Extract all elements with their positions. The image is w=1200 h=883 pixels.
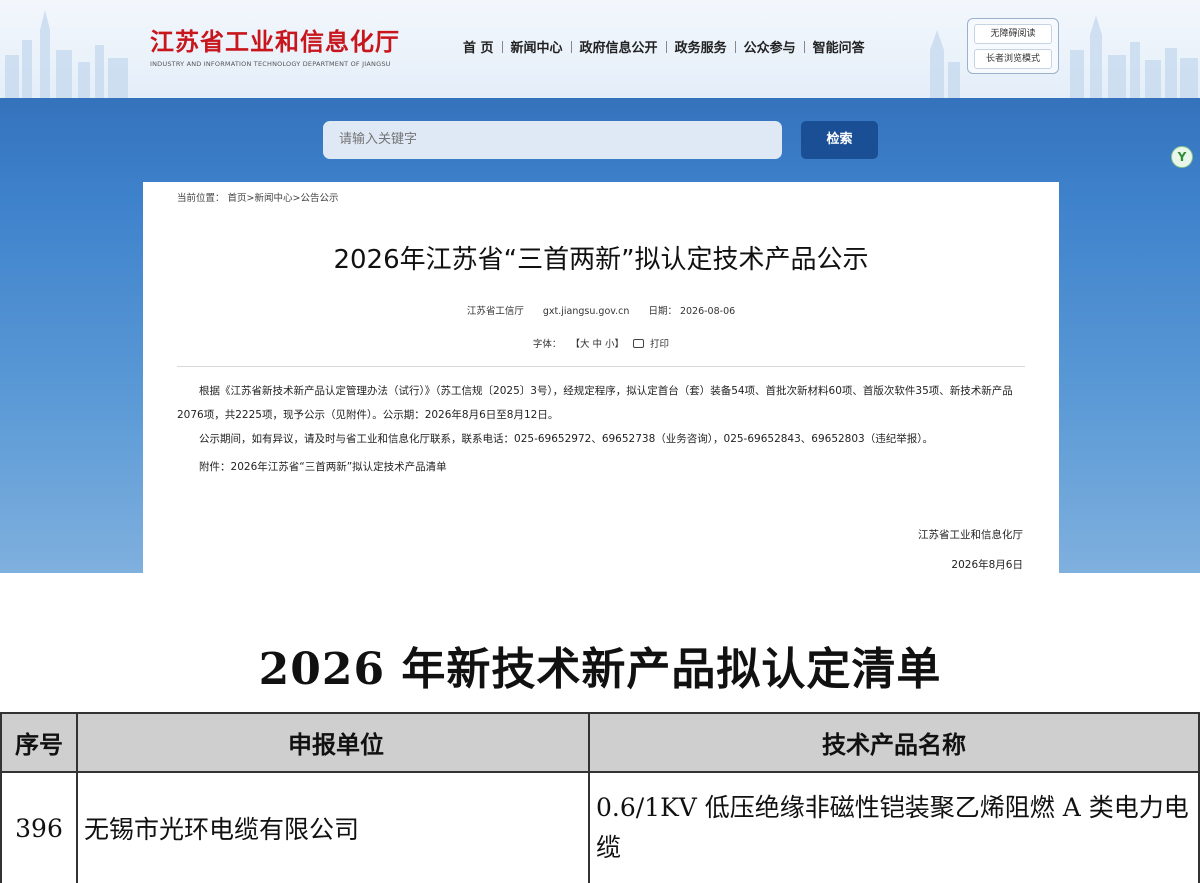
signature-date: 2026年8月6日 xyxy=(951,559,1023,571)
font-size-switch[interactable]: 【大 中 小】 xyxy=(570,339,624,350)
article-date: 日期： 2026-08-06 xyxy=(648,306,736,317)
article-source: 江苏省工信厅 xyxy=(466,306,524,317)
breadcrumb[interactable]: 当前位置： 首页>新闻中心>公告公示 xyxy=(177,190,338,204)
font-label: 字体： xyxy=(532,339,562,350)
site-logo[interactable]: 江苏省工业和信息化厅 INDUSTRY AND INFORMATION TECH… xyxy=(150,22,400,68)
accessible-reading-button[interactable]: 无障碍阅读 xyxy=(974,24,1052,44)
column-header-no: 序号 xyxy=(0,712,78,773)
attachment-document: 2026 年新技术新产品拟认定清单 序号 申报单位 技术产品名称 396 无锡市… xyxy=(0,573,1200,883)
elder-mode-button[interactable]: 长者浏览模式 xyxy=(974,49,1052,69)
row-no: 396 xyxy=(0,771,78,883)
nav-services[interactable]: 政务服务 xyxy=(667,37,735,56)
row-unit: 无锡市光环电缆有限公司 xyxy=(76,771,590,883)
document-title: 2026 年新技术新产品拟认定清单 xyxy=(258,644,942,695)
column-header-product: 技术产品名称 xyxy=(588,712,1200,773)
row-product: 0.6/1KV 低压绝缘非磁性铠装聚乙烯阻燃 A 类电力电缆 xyxy=(588,771,1200,883)
print-icon[interactable] xyxy=(633,339,645,348)
font-size-tools: 字体： 【大 中 小】 打印 xyxy=(143,336,1059,350)
article-panel: 当前位置： 首页>新闻中心>公告公示 2026年江苏省“三首两新”拟认定技术产品… xyxy=(143,182,1059,573)
article-title: 2026年江苏省“三首两新”拟认定技术产品公示 xyxy=(333,245,869,275)
nav-gov-info[interactable]: 政府信息公开 xyxy=(572,37,666,56)
article-meta: 江苏省工信厅 gxt.jiangsu.gov.cn 日期： 2026-08-06 xyxy=(143,303,1059,317)
article-paragraph: 公示期间，如有异议，请及时与省工业和信息化厅联系，联系电话：025-696529… xyxy=(199,433,933,445)
accessibility-panel: 无障碍阅读 长者浏览模式 xyxy=(967,18,1059,74)
attachment-link[interactable]: 附件：2026年江苏省“三首两新”拟认定技术产品清单 xyxy=(177,455,1027,479)
article-signature: 江苏省工业和信息化厅 2026年8月6日 xyxy=(918,520,1023,573)
article-body: 根据《江苏省新技术新产品认定管理办法（试行）》（苏工信规〔2025〕3号），经规… xyxy=(177,379,1027,479)
search-input[interactable] xyxy=(323,121,782,159)
table-header-row: 序号 申报单位 技术产品名称 xyxy=(0,712,1200,773)
website-screenshot: 江苏省工业和信息化厅 INDUSTRY AND INFORMATION TECH… xyxy=(0,0,1200,573)
brand-name-en: INDUSTRY AND INFORMATION TECHNOLOGY DEPA… xyxy=(150,60,391,68)
nav-smart-qa[interactable]: 智能问答 xyxy=(805,37,873,56)
signature-org: 江苏省工业和信息化厅 xyxy=(918,529,1023,541)
site-header: 江苏省工业和信息化厅 INDUSTRY AND INFORMATION TECH… xyxy=(0,0,1200,98)
floating-assist-icon[interactable]: Y xyxy=(1171,146,1193,168)
product-list-table: 序号 申报单位 技术产品名称 396 无锡市光环电缆有限公司 0.6/1KV 低… xyxy=(0,712,1200,883)
nav-participation[interactable]: 公众参与 xyxy=(736,37,804,56)
article-divider xyxy=(177,366,1025,367)
column-header-unit: 申报单位 xyxy=(76,712,590,773)
nav-news[interactable]: 新闻中心 xyxy=(503,37,571,56)
main-nav: 首 页 新闻中心 政府信息公开 政务服务 公众参与 智能问答 xyxy=(455,37,873,56)
brand-name-cn: 江苏省工业和信息化厅 xyxy=(150,27,400,56)
article-paragraph: 根据《江苏省新技术新产品认定管理办法（试行）》（苏工信规〔2025〕3号），经规… xyxy=(177,385,1013,421)
print-link[interactable]: 打印 xyxy=(650,339,669,350)
nav-home[interactable]: 首 页 xyxy=(455,37,502,56)
article-site-url: gxt.jiangsu.gov.cn xyxy=(542,306,630,317)
search-button[interactable]: 检索 xyxy=(801,121,878,159)
table-row: 396 无锡市光环电缆有限公司 0.6/1KV 低压绝缘非磁性铠装聚乙烯阻燃 A… xyxy=(0,771,1200,883)
